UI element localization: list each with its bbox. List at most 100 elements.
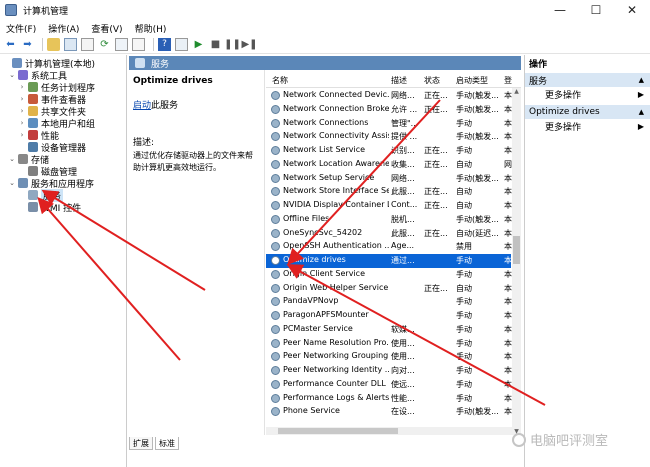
table-row[interactable]: Network Connection Broker 允许 ... 正在... 手动(触… xyxy=(266,103,512,117)
minimize-button[interactable]: — xyxy=(542,0,578,20)
start-service-link[interactable]: 启动 xyxy=(133,101,151,111)
chevron-right-icon[interactable]: › xyxy=(18,107,26,115)
column-header-logon[interactable]: 登 xyxy=(504,75,512,86)
table-row[interactable]: OpenSSH Authentication ... Age... 禁用 本 xyxy=(266,240,512,254)
show-hide-tree-icon[interactable] xyxy=(64,38,77,51)
table-row[interactable]: PandaVPNovp 手动 本 xyxy=(266,295,512,309)
collapse-icon[interactable]: ▲ xyxy=(639,76,644,84)
table-row[interactable]: Peer Networking Identity ... 向对... 手动 本 xyxy=(266,364,512,378)
tree-item-storage[interactable]: ⌄ 存储 xyxy=(8,153,49,166)
vertical-scrollbar[interactable]: ▲ ▼ xyxy=(512,88,521,435)
column-header-description[interactable]: 描述 xyxy=(391,75,407,86)
table-row[interactable]: PCMaster Service 软媒... 手动 本 xyxy=(266,323,512,337)
tree-item-local-users[interactable]: › 本地用户和组 xyxy=(18,117,95,130)
export-list-icon[interactable] xyxy=(115,38,128,51)
table-row[interactable]: Phone Service 在设... 手动(触发... 本 xyxy=(266,405,512,419)
help-icon[interactable]: ? xyxy=(158,38,171,51)
table-row[interactable]: Network Store Interface Se... 此服... 正在... 自… xyxy=(266,185,512,199)
refresh-icon[interactable]: ⟳ xyxy=(98,38,111,51)
horizontal-scroll-thumb[interactable] xyxy=(278,428,398,434)
service-startup-type: 手动 xyxy=(456,269,472,279)
chevron-down-icon[interactable]: ⌄ xyxy=(8,155,16,163)
tree-item-system-tools[interactable]: ⌄ 系统工具 xyxy=(8,69,67,82)
console-tree: 计算机管理(本地) ⌄ 系统工具 › 任务计划程序 › 事件查看器 › 共享文件… xyxy=(0,55,127,467)
actions-section-optimize-drives[interactable]: Optimize drives ▲ xyxy=(525,105,650,119)
tree-item-shared-folders[interactable]: › 共享文件夹 xyxy=(18,105,86,118)
chevron-right-icon[interactable]: › xyxy=(18,95,26,103)
table-row[interactable]: Network Connections 管理"... 手动 本 xyxy=(266,117,512,131)
console-view-icon[interactable] xyxy=(175,38,188,51)
watermark: 电脑吧评测室 xyxy=(512,430,608,449)
tree-item-performance[interactable]: › 性能 xyxy=(18,129,59,142)
actions-section-services[interactable]: 服务 ▲ xyxy=(525,73,650,87)
table-row[interactable]: Peer Networking Grouping 使用... 手动 本 xyxy=(266,350,512,364)
table-row[interactable]: Performance Counter DLL ... 使远... 手动 本 xyxy=(266,378,512,392)
table-row[interactable]: NVIDIA Display Container LS Cont... 正在... 自… xyxy=(266,199,512,213)
restart-service-icon[interactable]: ▶❚ xyxy=(241,38,257,51)
service-description: 脱机... xyxy=(391,214,415,224)
computer-management-icon xyxy=(12,58,22,68)
service-name: Network Connections xyxy=(283,117,369,127)
column-header-status[interactable]: 状态 xyxy=(424,75,440,86)
back-arrow-icon[interactable]: ⬅ xyxy=(4,38,17,51)
table-row[interactable]: Network List Service 识别... 正在... 手动 本 xyxy=(266,144,512,158)
calendar-icon[interactable] xyxy=(132,38,145,51)
tree-item-disk-management[interactable]: 磁盘管理 xyxy=(18,165,77,178)
chevron-down-icon[interactable]: ⌄ xyxy=(8,179,16,187)
table-row[interactable]: Peer Name Resolution Pro... 使用... 手动 本 xyxy=(266,337,512,351)
tree-item-device-manager[interactable]: 设备管理器 xyxy=(18,141,86,154)
tree-item-services-and-apps[interactable]: ⌄ 服务和应用程序 xyxy=(8,177,94,190)
tree-item-wmi-control[interactable]: WMI 控件 xyxy=(18,201,81,214)
shared-folder-icon xyxy=(28,106,38,116)
menu-view[interactable]: 查看(V) xyxy=(91,22,122,35)
chevron-right-icon[interactable]: › xyxy=(18,131,26,139)
table-row[interactable]: Network Location Awarene... 收集... 正在... 自动 网 xyxy=(266,158,512,172)
service-name: Network Connected Devic... xyxy=(283,90,389,99)
start-service-icon[interactable]: ▶ xyxy=(192,38,205,51)
service-status: 正在... xyxy=(424,187,448,197)
stop-service-icon[interactable]: ■ xyxy=(209,38,222,51)
menu-file[interactable]: 文件(F) xyxy=(6,22,36,35)
maximize-button[interactable]: ☐ xyxy=(578,0,614,20)
tree-item-event-viewer[interactable]: › 事件查看器 xyxy=(18,93,86,106)
forward-arrow-icon[interactable]: ➡ xyxy=(21,38,34,51)
collapse-icon[interactable]: ▲ xyxy=(639,108,644,116)
table-row[interactable]: Offline Files 脱机... 手动(触发... 本 xyxy=(266,213,512,227)
horizontal-scrollbar[interactable] xyxy=(266,427,512,435)
table-row[interactable]: Network Connected Devic... 网络... 正在... 手动(触… xyxy=(266,89,512,103)
folder-icon[interactable] xyxy=(47,38,60,51)
menu-help[interactable]: 帮助(H) xyxy=(135,22,167,35)
properties-icon[interactable] xyxy=(81,38,94,51)
table-row[interactable]: OneSyncSvc_54202 此服... 正在... 自动(延迟... 本 xyxy=(266,227,512,241)
scroll-up-icon[interactable]: ▲ xyxy=(512,88,521,95)
event-viewer-icon xyxy=(28,94,38,104)
more-actions-services[interactable]: 更多操作 ▶ xyxy=(525,87,650,101)
chevron-right-icon[interactable]: › xyxy=(18,119,26,127)
table-row[interactable]: Origin Client Service 手动 本 xyxy=(266,268,512,282)
table-row[interactable]: ParagonAPFSMounter 手动 本 xyxy=(266,309,512,323)
table-row[interactable]: Network Setup Service 网络... 手动(触发... 本 xyxy=(266,172,512,186)
column-header-startup-type[interactable]: 启动类型 xyxy=(456,75,488,86)
menu-action[interactable]: 操作(A) xyxy=(48,22,79,35)
column-header-name[interactable]: 名称 xyxy=(272,75,288,86)
table-row[interactable]: Performance Logs & Alerts 性能... 手动 本 xyxy=(266,392,512,406)
service-name: Peer Name Resolution Pro... xyxy=(283,337,389,347)
chevron-right-icon[interactable]: › xyxy=(18,83,26,91)
task-scheduler-icon xyxy=(28,82,38,92)
chevron-down-icon[interactable]: ⌄ xyxy=(8,71,16,79)
table-row[interactable]: Optimize drives 通过... 手动 本 xyxy=(266,254,512,268)
more-actions-optimize-drives[interactable]: 更多操作 ▶ xyxy=(525,119,650,133)
table-row[interactable]: Origin Web Helper Service 正在... 自动 本 xyxy=(266,282,512,296)
pause-service-icon[interactable]: ❚❚ xyxy=(224,38,241,51)
service-logon: 本 xyxy=(504,214,512,224)
tab-standard[interactable]: 标准 xyxy=(155,437,179,450)
service-name: PCMaster Service xyxy=(283,323,353,333)
tab-extended[interactable]: 扩展 xyxy=(129,437,153,450)
tree-item-computer-management[interactable]: 计算机管理(本地) xyxy=(2,57,95,70)
scroll-thumb[interactable] xyxy=(513,236,520,264)
tree-item-task-scheduler[interactable]: › 任务计划程序 xyxy=(18,81,95,94)
table-row[interactable]: Network Connectivity Assis... 提供 ... 手动(触发… xyxy=(266,130,512,144)
tree-item-services[interactable]: 服务 xyxy=(18,188,64,202)
close-button[interactable]: ✕ xyxy=(614,0,650,20)
service-name: ParagonAPFSMounter xyxy=(283,310,369,319)
